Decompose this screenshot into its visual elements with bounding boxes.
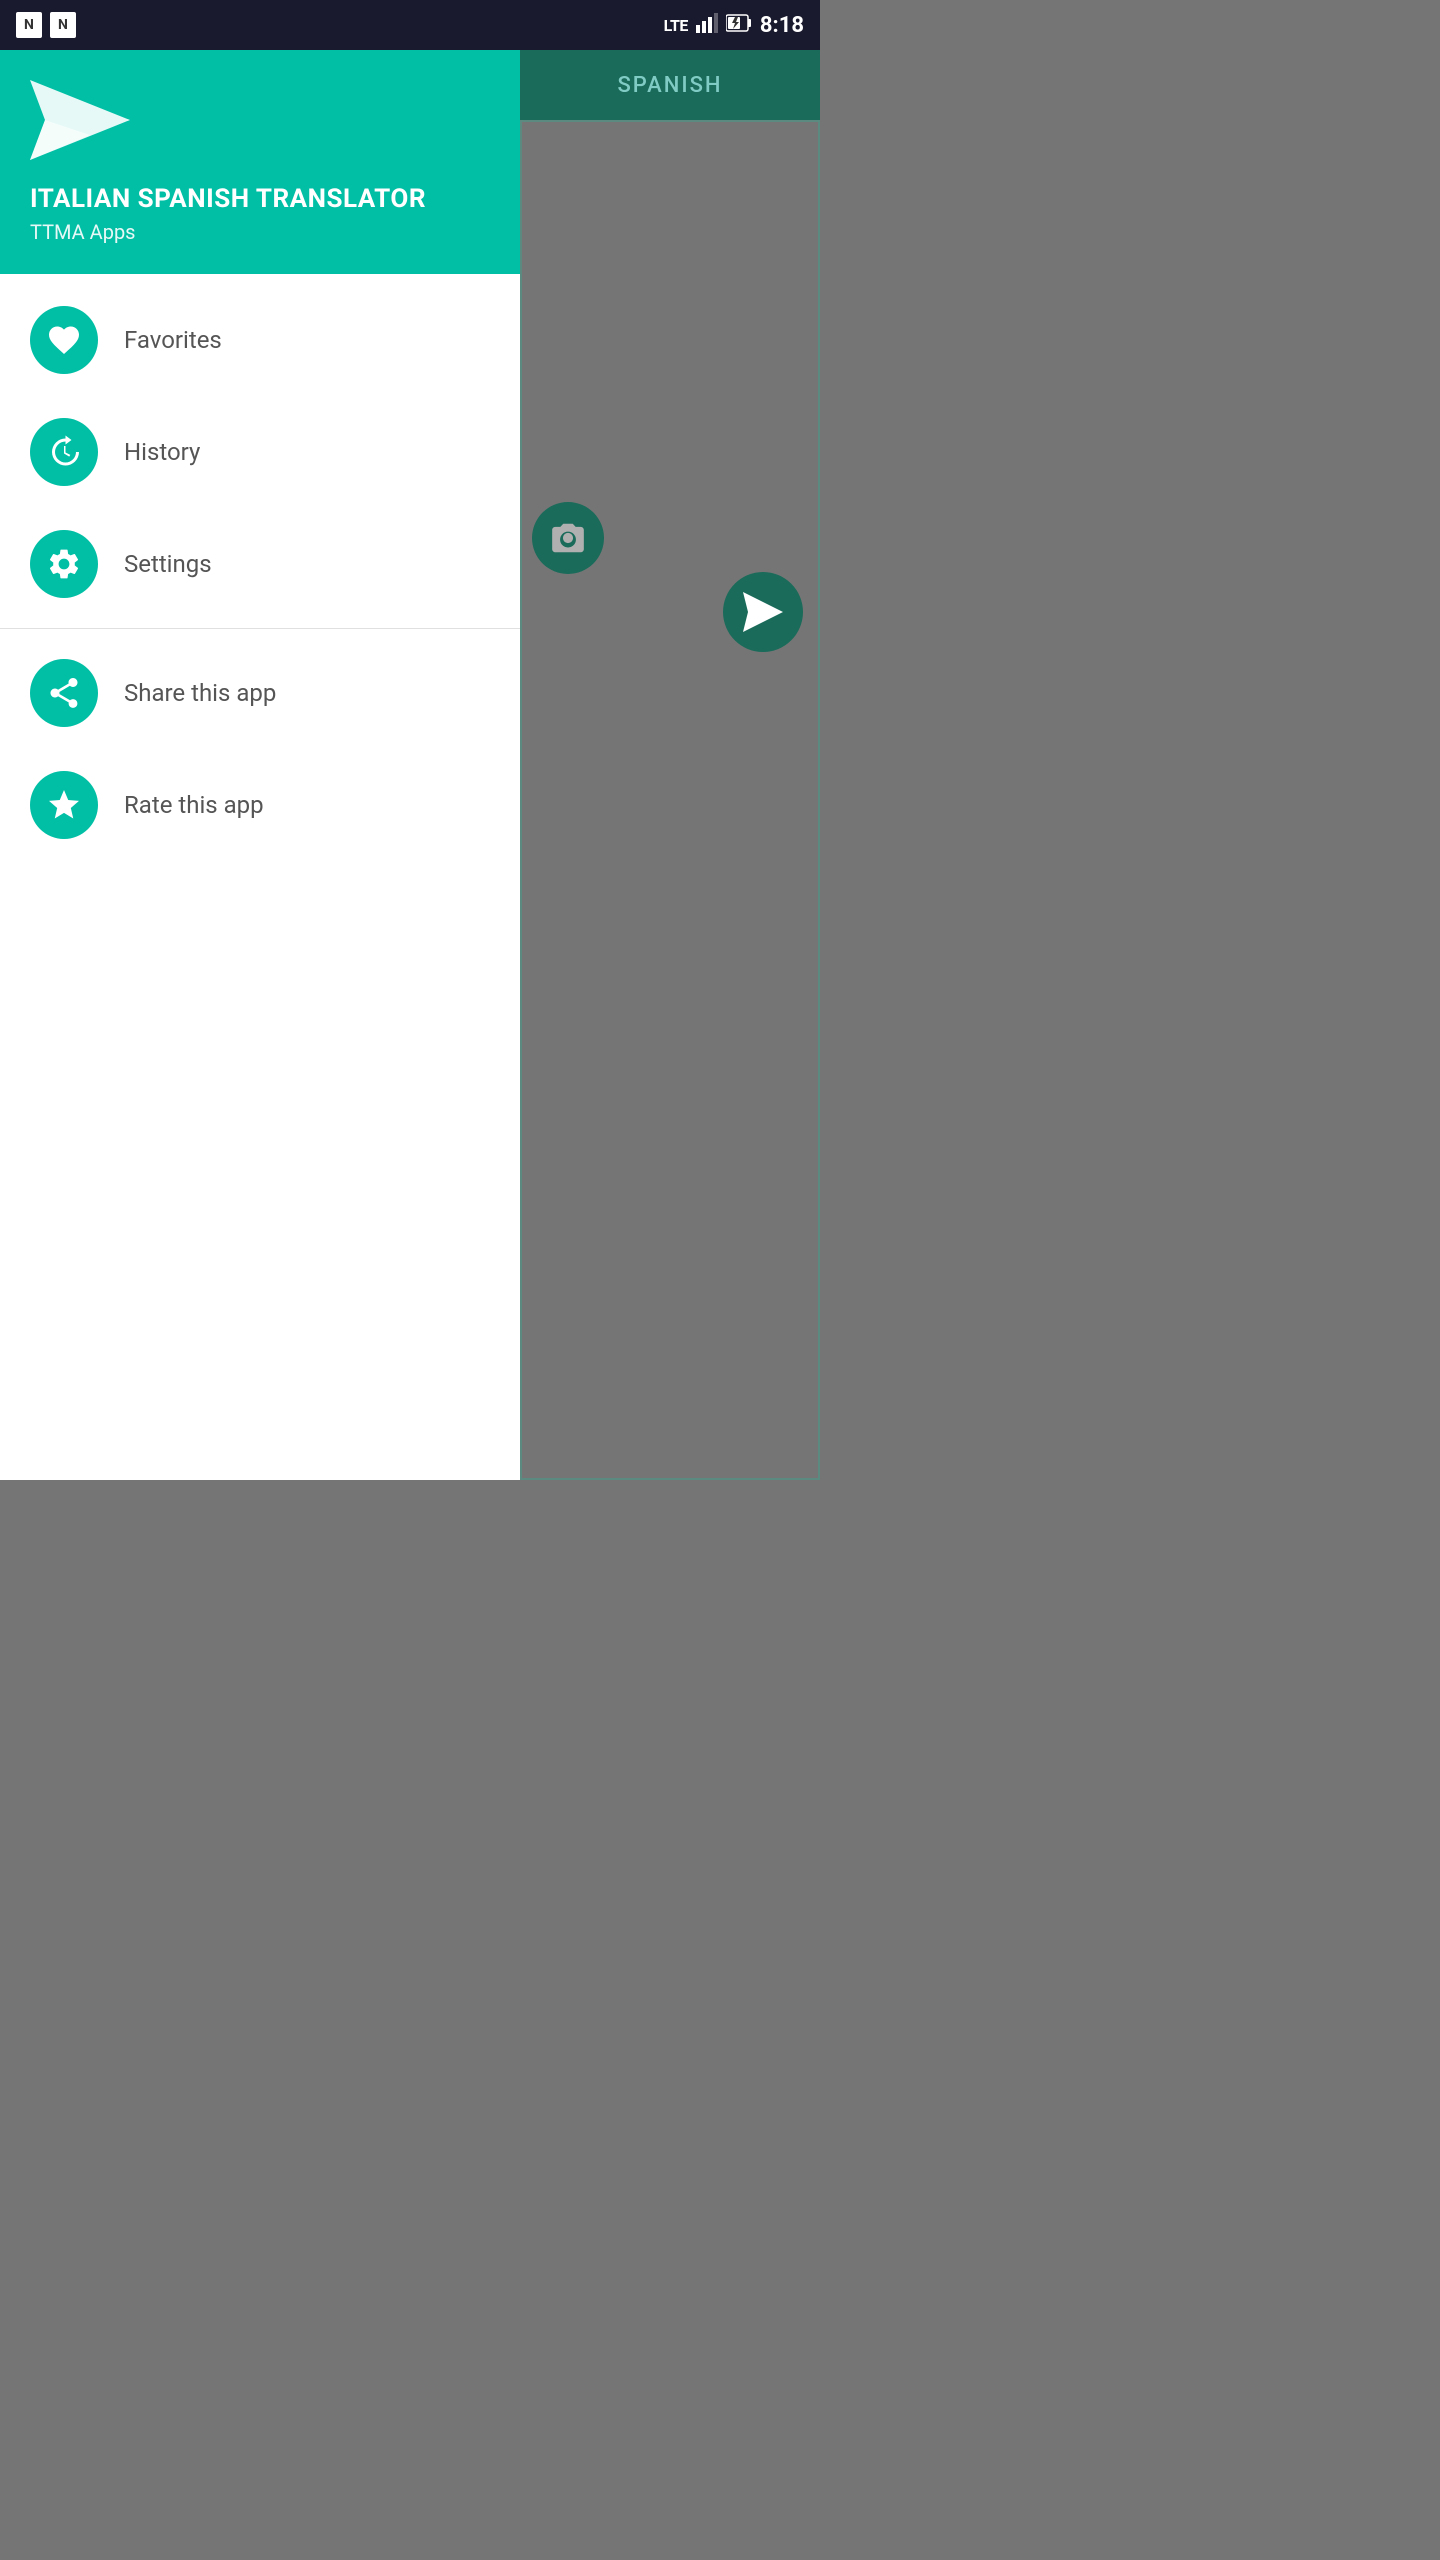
notification-icon-2: N (50, 12, 76, 38)
menu-item-share[interactable]: Share this app (0, 637, 520, 749)
favorites-label: Favorites (124, 326, 222, 354)
status-bar-right: LTE 8:18 (664, 13, 804, 38)
gear-icon (46, 546, 82, 582)
heart-icon (46, 322, 82, 358)
settings-icon-circle (30, 530, 98, 598)
share-label: Share this app (124, 679, 276, 707)
app-panel: SPANISH (520, 50, 820, 1480)
app-logo (30, 80, 490, 164)
settings-label: Settings (124, 550, 212, 578)
lte-icon: LTE (664, 16, 688, 35)
app-subtitle: TTMA Apps (30, 220, 490, 244)
signal-icon (696, 13, 718, 38)
app-content (520, 120, 820, 1480)
menu-item-favorites[interactable]: Favorites (0, 284, 520, 396)
favorites-icon-circle (30, 306, 98, 374)
history-icon-circle (30, 418, 98, 486)
rate-label: Rate this app (124, 791, 264, 819)
menu-item-settings[interactable]: Settings (0, 508, 520, 620)
star-icon (46, 787, 82, 823)
app-title: ITALIAN SPANISH TRANSLATOR (30, 184, 490, 214)
status-bar-left: N N (16, 12, 76, 38)
send-icon (743, 592, 783, 632)
menu-divider (0, 628, 520, 629)
send-button[interactable] (723, 572, 803, 652)
camera-icon (549, 519, 587, 557)
notification-icon-1: N (16, 12, 42, 38)
main-container: ITALIAN SPANISH TRANSLATOR TTMA Apps Fav… (0, 50, 820, 1480)
history-label: History (124, 438, 200, 466)
camera-button[interactable] (532, 502, 604, 574)
share-icon-circle (30, 659, 98, 727)
battery-icon (726, 13, 752, 37)
spanish-tab-label: SPANISH (617, 73, 722, 98)
menu-item-rate[interactable]: Rate this app (0, 749, 520, 861)
navigation-drawer: ITALIAN SPANISH TRANSLATOR TTMA Apps Fav… (0, 50, 520, 1480)
status-time: 8:18 (760, 13, 804, 38)
status-bar: N N LTE 8:18 (0, 0, 820, 50)
app-header: SPANISH (520, 50, 820, 120)
drawer-header: ITALIAN SPANISH TRANSLATOR TTMA Apps (0, 50, 520, 274)
drawer-menu: Favorites History Set (0, 274, 520, 1480)
clock-icon (46, 434, 82, 470)
menu-item-history[interactable]: History (0, 396, 520, 508)
share-icon (46, 675, 82, 711)
rate-icon-circle (30, 771, 98, 839)
